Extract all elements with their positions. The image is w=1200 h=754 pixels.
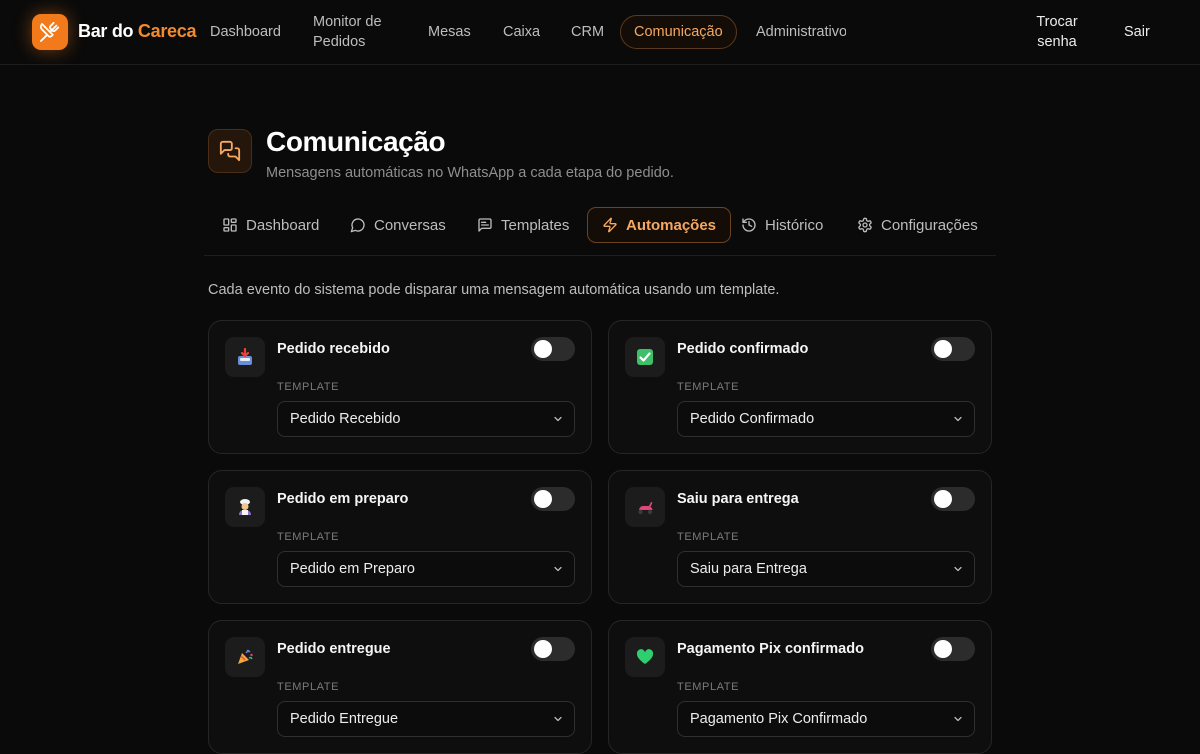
chevron-down-icon (554, 566, 562, 572)
template-label: TEMPLATE (277, 681, 340, 693)
template-select-value: Pedido Confirmado (690, 411, 815, 427)
history-icon (742, 218, 756, 232)
template-label: TEMPLATE (677, 531, 740, 543)
automation-card-pedido-em-preparo: Pedido em preparo TEMPLATE Pedido em Pre… (208, 470, 592, 604)
layout-grid-icon (223, 218, 237, 232)
tab-bar: Dashboard Conversas Templates Automações… (204, 206, 996, 256)
nav-caixa[interactable]: Caixa (503, 22, 540, 42)
automation-toggle[interactable] (531, 337, 575, 361)
messages-square-icon (208, 129, 252, 173)
automation-toggle[interactable] (531, 487, 575, 511)
automation-toggle[interactable] (531, 637, 575, 661)
tab-automacoes[interactable]: Automações (587, 207, 732, 243)
automation-toggle[interactable] (931, 487, 975, 511)
brand-name-part2: Careca (137, 21, 197, 41)
nav-mesas[interactable]: Mesas (428, 22, 471, 42)
tab-automacoes-label: Automações (626, 216, 717, 234)
toggle-knob (534, 340, 552, 358)
automation-card-saiu-para-entrega: Saiu para entrega TEMPLATE Saiu para Ent… (608, 470, 992, 604)
logout-button[interactable]: Sair (1124, 22, 1150, 42)
chevron-down-icon (954, 566, 962, 572)
page-title: Comunicação (266, 126, 446, 157)
message-circle-icon (350, 218, 365, 233)
template-select-value: Pedido Recebido (290, 411, 401, 427)
template-select-value: Saiu para Entrega (690, 561, 807, 577)
message-square-text-icon (478, 218, 492, 232)
tab-dashboard[interactable]: Dashboard (208, 207, 333, 243)
tab-dashboard-label: Dashboard (246, 216, 320, 234)
toggle-knob (934, 340, 952, 358)
automation-card-pedido-recebido: Pedido recebido TEMPLATE Pedido Recebido (208, 320, 592, 454)
toggle-knob (934, 640, 952, 658)
template-label: TEMPLATE (277, 531, 340, 543)
change-password-button[interactable]: Trocar senha (1022, 12, 1092, 52)
nav-dashboard[interactable]: Dashboard (210, 22, 281, 42)
tab-conversas-label: Conversas (374, 216, 446, 234)
zap-icon (603, 217, 617, 233)
nav-monitor-de-pedidos[interactable]: Monitor de Pedidos (313, 12, 393, 52)
template-select-value: Pagamento Pix Confirmado (690, 711, 868, 727)
tab-conversas[interactable]: Conversas (336, 207, 460, 243)
automation-toggle[interactable] (931, 337, 975, 361)
cook-emoji-icon (225, 487, 265, 527)
automation-card-pedido-confirmado: Pedido confirmado TEMPLATE Pedido Confir… (608, 320, 992, 454)
tab-configuracoes[interactable]: Configurações (843, 207, 992, 243)
toggle-knob (534, 640, 552, 658)
motor-scooter-emoji-icon (625, 487, 665, 527)
toggle-knob (934, 490, 952, 508)
check-mark-button-emoji-icon (625, 337, 665, 377)
template-select-value: Pedido em Preparo (290, 561, 415, 577)
template-select[interactable]: Pedido Entregue (277, 701, 575, 737)
automation-toggle[interactable] (931, 637, 975, 661)
brand-name-part1: Bar do (78, 21, 134, 41)
automation-card-pagamento-pix-confirmado: Pagamento Pix confirmado TEMPLATE Pagame… (608, 620, 992, 754)
chevron-down-icon (554, 416, 562, 422)
automations-intro-text: Cada evento do sistema pode disparar uma… (208, 282, 780, 298)
tab-historico-label: Histórico (765, 216, 824, 234)
template-select-value: Pedido Entregue (290, 711, 399, 727)
automation-title: Saiu para entrega (677, 491, 799, 507)
tab-configuracoes-label: Configurações (881, 216, 978, 234)
chevron-down-icon (554, 716, 562, 722)
template-select[interactable]: Pagamento Pix Confirmado (677, 701, 975, 737)
green-heart-emoji-icon (625, 637, 665, 677)
settings-icon (858, 217, 872, 233)
automation-title: Pagamento Pix confirmado (677, 641, 864, 657)
automation-title: Pedido recebido (277, 341, 390, 357)
automation-title: Pedido entregue (277, 641, 391, 657)
automation-title: Pedido em preparo (277, 491, 409, 507)
template-select[interactable]: Pedido em Preparo (277, 551, 575, 587)
page-subtitle: Mensagens automáticas no WhatsApp a cada… (266, 165, 674, 181)
chevron-down-icon (954, 416, 962, 422)
template-select[interactable]: Saiu para Entrega (677, 551, 975, 587)
top-navbar: Bar do Careca Dashboard Monitor de Pedid… (0, 0, 1200, 65)
tab-templates[interactable]: Templates (463, 207, 583, 243)
party-popper-emoji-icon (225, 637, 265, 677)
template-label: TEMPLATE (677, 381, 740, 393)
nav-crm[interactable]: CRM (571, 22, 604, 42)
template-select[interactable]: Pedido Recebido (277, 401, 575, 437)
nav-administrativo[interactable]: Administrativo (756, 22, 846, 42)
utensils-crossed-icon[interactable] (32, 14, 68, 50)
inbox-tray-emoji-icon (225, 337, 265, 377)
toggle-knob (534, 490, 552, 508)
tab-historico[interactable]: Histórico (727, 207, 837, 243)
nav-comunicacao[interactable]: Comunicação (620, 15, 737, 49)
automation-title: Pedido confirmado (677, 341, 809, 357)
template-label: TEMPLATE (277, 381, 340, 393)
brand-name[interactable]: Bar do Careca (78, 21, 196, 42)
automation-card-pedido-entregue: Pedido entregue TEMPLATE Pedido Entregue (208, 620, 592, 754)
template-label: TEMPLATE (677, 681, 740, 693)
chevron-down-icon (954, 716, 962, 722)
template-select[interactable]: Pedido Confirmado (677, 401, 975, 437)
tab-templates-label: Templates (501, 216, 570, 234)
